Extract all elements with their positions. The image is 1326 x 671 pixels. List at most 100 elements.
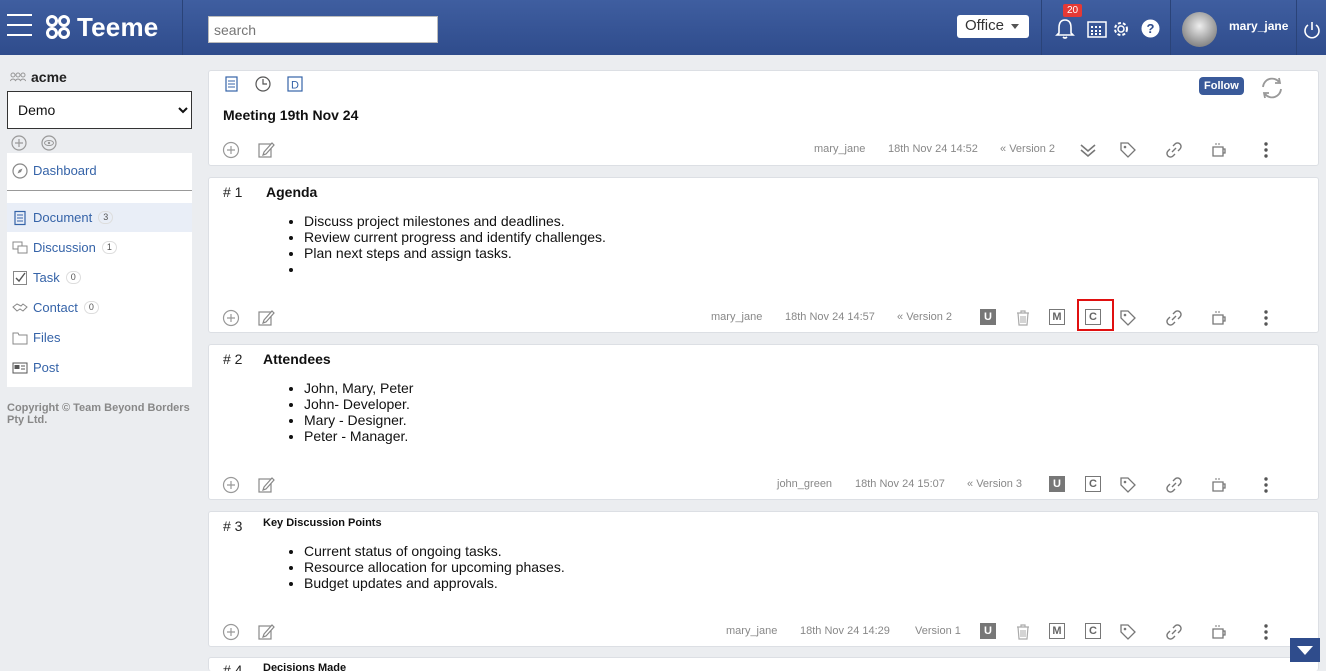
timestamp: 18th Nov 24 14:57 [785, 311, 875, 323]
workspace-label: Office [965, 17, 1004, 34]
sidebar-item-post[interactable]: Post [7, 353, 192, 382]
workspace-dropdown[interactable]: Office [957, 15, 1029, 38]
u-button[interactable]: U [980, 623, 996, 639]
sync-icon[interactable] [1259, 76, 1285, 100]
list-item [304, 261, 606, 277]
sidebar-item-dashboard[interactable]: Dashboard [7, 156, 192, 185]
version-label: Version 2 [906, 311, 953, 323]
add-circle-icon[interactable] [221, 475, 241, 495]
document-icon [14, 210, 26, 225]
document-icon[interactable] [224, 76, 239, 92]
add-circle-icon[interactable] [11, 135, 27, 151]
sidebar-item-contact[interactable]: Contact 0 [7, 293, 192, 322]
tag-icon[interactable] [1118, 308, 1138, 328]
app-logo[interactable]: Teeme [45, 12, 158, 42]
org-label: acme [31, 69, 67, 85]
link-icon[interactable] [1164, 622, 1184, 642]
edit-icon[interactable] [256, 475, 276, 495]
list-item: Discuss project milestones and deadlines… [304, 213, 606, 229]
gear-icon[interactable] [1111, 19, 1131, 39]
tag-icon[interactable] [1118, 140, 1138, 160]
add-circle-icon[interactable] [221, 308, 241, 328]
author: mary_jane [726, 625, 778, 637]
double-chevron-down-icon[interactable] [1078, 140, 1098, 160]
checkbox-icon [13, 270, 27, 285]
more-vertical-icon[interactable] [1256, 622, 1276, 642]
calendar-icon[interactable] [1087, 20, 1107, 38]
sidebar: acme Demo Dashboard Document 3 Discussio… [0, 55, 200, 671]
help-icon[interactable]: ? [1141, 19, 1160, 38]
link-icon[interactable] [1164, 308, 1184, 328]
power-icon[interactable] [1303, 21, 1321, 39]
coffee-cup-icon[interactable] [1209, 622, 1229, 642]
draft-d-icon[interactable]: D [287, 76, 303, 92]
username[interactable]: mary_jane [1229, 19, 1288, 33]
scroll-down-button[interactable] [1290, 638, 1320, 662]
section-card: # 1 Agenda Discuss project milestones an… [208, 177, 1319, 333]
bell-icon[interactable] [1055, 18, 1075, 40]
coffee-cup-icon[interactable] [1209, 140, 1229, 160]
section-title: Attendees [263, 351, 331, 367]
tag-icon[interactable] [1118, 622, 1138, 642]
notification-count-badge: 20 [1063, 4, 1083, 17]
timestamp: 18th Nov 24 14:52 [888, 143, 978, 155]
m-button[interactable]: M [1049, 623, 1065, 639]
more-vertical-icon[interactable] [1256, 140, 1276, 160]
trash-icon[interactable] [1013, 622, 1033, 642]
topbar-divider [1170, 0, 1171, 55]
u-button[interactable]: U [1049, 476, 1065, 492]
c-button[interactable]: C [1085, 623, 1101, 639]
sidebar-item-discussion[interactable]: Discussion 1 [7, 233, 192, 262]
u-button[interactable]: U [980, 309, 996, 325]
document-title: Meeting 19th Nov 24 [223, 107, 359, 123]
more-vertical-icon[interactable] [1256, 475, 1276, 495]
section-toolbar: john_green 18th Nov 24 15:07 « Version 3… [209, 473, 1320, 497]
space-select[interactable]: Demo [7, 91, 192, 129]
sidebar-item-label: Document [33, 210, 93, 225]
link-icon[interactable] [1164, 140, 1184, 160]
compass-icon [12, 162, 28, 179]
version-link[interactable]: « Version 2 [1000, 143, 1055, 155]
sidebar-tools [11, 135, 57, 151]
sidebar-item-label: Task [33, 270, 60, 285]
section-number: # 2 [223, 351, 243, 367]
sidebar-item-files[interactable]: Files [7, 323, 192, 352]
coffee-cup-icon[interactable] [1209, 475, 1229, 495]
version-label: Version 1 [915, 625, 961, 637]
version-link[interactable]: « Version 3 [967, 478, 1022, 490]
sidebar-item-label: Post [33, 360, 60, 375]
folder-icon [12, 332, 28, 344]
link-icon[interactable] [1164, 475, 1184, 495]
c-button[interactable]: C [1085, 476, 1101, 492]
sidebar-item-label: Dashboard [33, 163, 97, 178]
version-link[interactable]: « Version 2 [897, 311, 952, 323]
edit-icon[interactable] [256, 140, 276, 160]
add-circle-icon[interactable] [221, 622, 241, 642]
more-vertical-icon[interactable] [1256, 308, 1276, 328]
double-chevron-left-icon: « [1000, 143, 1007, 155]
chat-bubbles-icon [12, 241, 28, 253]
add-circle-icon[interactable] [221, 140, 241, 160]
svg-text:?: ? [1147, 21, 1155, 36]
list-item: Resource allocation for upcoming phases. [304, 559, 565, 575]
timestamp: 18th Nov 24 14:29 [800, 625, 890, 637]
sidebar-item-document[interactable]: Document 3 [7, 203, 192, 232]
post-icon [12, 362, 28, 373]
clock-icon[interactable] [255, 76, 271, 92]
coffee-cup-icon[interactable] [1209, 308, 1229, 328]
document-toolbar: mary_jane 18th Nov 24 14:52 « Version 2 [209, 138, 1320, 162]
edit-icon[interactable] [256, 622, 276, 642]
menu-icon[interactable] [7, 14, 32, 38]
m-button[interactable]: M [1049, 309, 1065, 325]
svg-text:D: D [291, 80, 299, 92]
avatar[interactable] [1182, 12, 1217, 47]
eye-icon[interactable] [41, 135, 57, 151]
search-input[interactable] [208, 16, 438, 43]
edit-icon[interactable] [256, 308, 276, 328]
follow-button[interactable]: Follow [1199, 77, 1244, 95]
section-card: # 3 Key Discussion Points Current status… [208, 511, 1319, 647]
tag-icon[interactable] [1118, 475, 1138, 495]
sidebar-item-task[interactable]: Task 0 [7, 263, 192, 292]
trash-icon[interactable] [1013, 308, 1033, 328]
author: mary_jane [814, 143, 866, 155]
